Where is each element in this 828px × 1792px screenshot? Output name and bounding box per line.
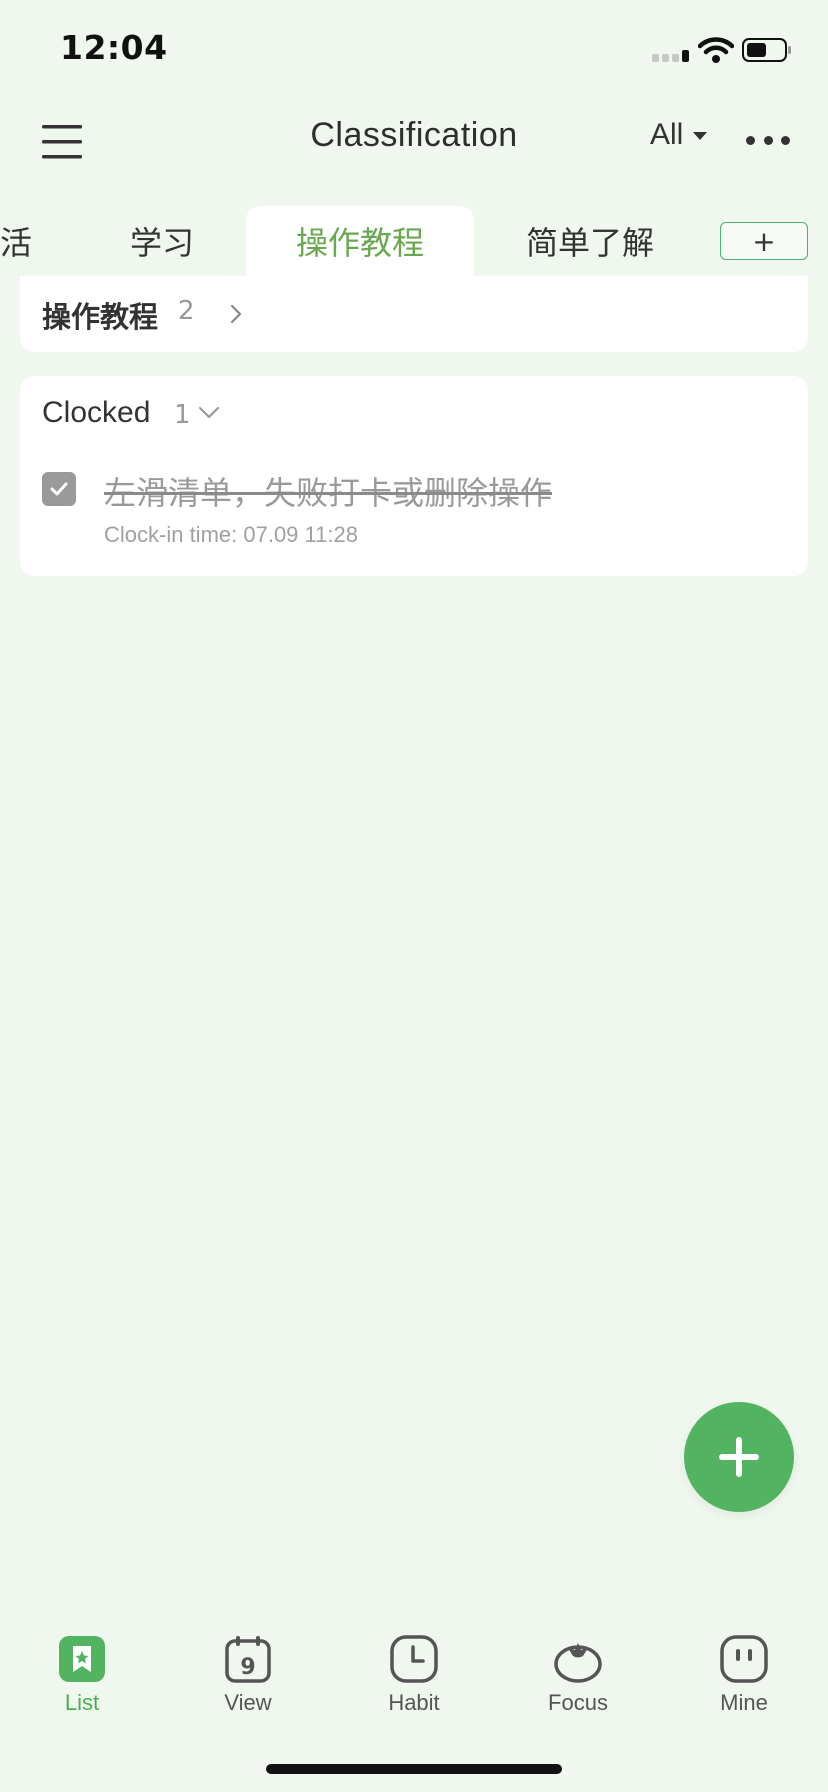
clock-icon — [390, 1635, 438, 1683]
chevron-right-icon — [230, 304, 242, 324]
header: Classification All — [0, 96, 828, 206]
list-star-icon — [59, 1636, 105, 1682]
category-tabs: 生活 学习 操作教程 简单了解 + — [0, 206, 828, 276]
tomato-icon — [554, 1643, 602, 1683]
battery-icon — [742, 38, 791, 62]
nav-list[interactable]: List — [22, 1634, 142, 1730]
nav-label: View — [224, 1690, 272, 1715]
filter-dropdown[interactable]: All — [650, 118, 708, 152]
filter-label: All — [650, 118, 684, 151]
calendar-day: 9 — [240, 1655, 255, 1680]
home-indicator — [266, 1764, 562, 1774]
nav-label: Mine — [720, 1690, 768, 1715]
clocked-section: Clocked 1 左滑清单，失败打卡或删除操作 Clock-in time: … — [20, 376, 808, 576]
nav-label: List — [64, 1690, 100, 1715]
nav-view[interactable]: 9 View — [188, 1634, 308, 1730]
chevron-down-icon[interactable] — [198, 406, 220, 420]
caret-down-icon — [693, 132, 708, 140]
profile-face-icon — [720, 1635, 768, 1683]
add-category-button[interactable]: + — [720, 222, 808, 260]
nav-label: Focus — [548, 1690, 608, 1715]
nav-label: Habit — [388, 1690, 440, 1715]
more-icon[interactable] — [746, 136, 790, 148]
section-title: Clocked — [42, 396, 151, 429]
tab-simple-intro[interactable]: 简单了解 — [500, 206, 680, 276]
plus-icon — [719, 1437, 759, 1477]
task-clock-in-time: Clock-in time: 07.09 11:28 — [104, 522, 358, 547]
nav-mine[interactable]: Mine — [684, 1634, 804, 1730]
task-checkbox[interactable] — [42, 472, 76, 506]
add-task-button[interactable] — [684, 1402, 794, 1512]
calendar-icon: 9 — [225, 1636, 271, 1683]
status-time: 12:04 — [60, 28, 168, 67]
signal-icon — [652, 50, 689, 62]
tab-tutorial[interactable]: 操作教程 — [246, 206, 474, 276]
nav-focus[interactable]: Focus — [518, 1634, 638, 1730]
nav-habit[interactable]: Habit — [354, 1634, 474, 1730]
category-count: 2 — [178, 296, 195, 326]
task-title[interactable]: 左滑清单，失败打卡或删除操作 — [104, 468, 552, 514]
category-title: 操作教程 — [42, 300, 159, 334]
tab-partial[interactable]: 生活 — [0, 206, 34, 276]
status-bar: 12:04 — [0, 0, 828, 96]
section-count: 1 — [174, 400, 191, 430]
check-icon — [50, 482, 68, 496]
category-header-card[interactable]: 操作教程 2 — [20, 276, 808, 352]
wifi-icon — [698, 37, 734, 63]
bottom-nav: List 9 View Habit Focus Mine — [0, 1620, 828, 1730]
tab-study[interactable]: 学习 — [92, 206, 232, 276]
